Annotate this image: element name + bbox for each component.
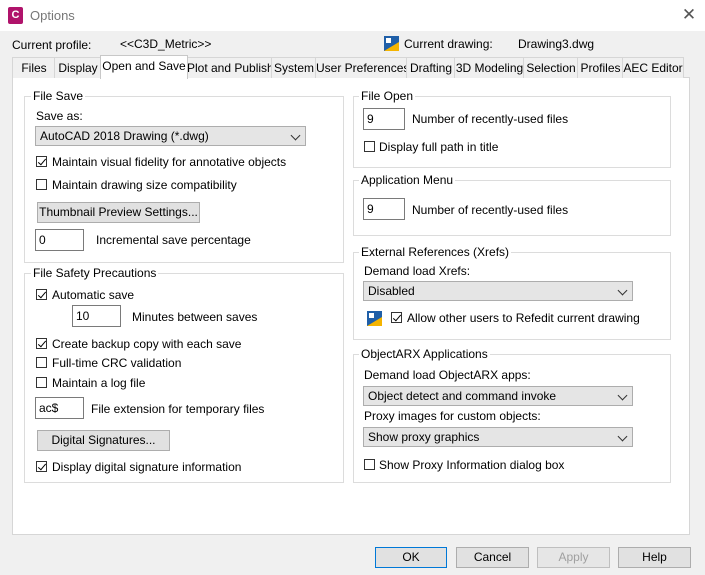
tab-selection[interactable]: Selection bbox=[523, 57, 579, 78]
full-path-checkbox[interactable] bbox=[364, 141, 375, 152]
allow-refedit-label: Allow other users to Refedit current dra… bbox=[407, 311, 640, 325]
automatic-save-checkbox[interactable] bbox=[36, 289, 47, 300]
file-safety-title: File Safety Precautions bbox=[31, 266, 159, 280]
file-open-title: File Open bbox=[359, 89, 416, 103]
demand-load-objectarx-select[interactable]: Object detect and command invoke bbox=[363, 386, 633, 406]
chevron-down-icon bbox=[617, 431, 628, 442]
save-as-select[interactable]: AutoCAD 2018 Drawing (*.dwg) bbox=[35, 126, 306, 146]
temp-file-extension-input[interactable]: ac$ bbox=[35, 397, 84, 419]
current-drawing-label: Current drawing: bbox=[404, 37, 493, 51]
demand-load-objectarx-value: Object detect and command invoke bbox=[368, 389, 557, 403]
help-button[interactable]: Help bbox=[618, 547, 691, 568]
file-open-recent-input[interactable]: 9 bbox=[363, 108, 405, 130]
display-signature-checkbox[interactable] bbox=[36, 461, 47, 472]
objectarx-title: ObjectARX Applications bbox=[359, 347, 490, 361]
save-as-value: AutoCAD 2018 Drawing (*.dwg) bbox=[40, 129, 209, 143]
drawing-file-icon bbox=[384, 36, 399, 51]
file-open-group bbox=[353, 96, 671, 168]
show-proxy-info-label: Show Proxy Information dialog box bbox=[379, 458, 565, 472]
maintain-size-checkbox[interactable] bbox=[36, 179, 47, 190]
log-file-label: Maintain a log file bbox=[52, 376, 146, 390]
automatic-save-label: Automatic save bbox=[52, 288, 135, 302]
demand-load-xrefs-label: Demand load Xrefs: bbox=[364, 264, 471, 278]
tab-files[interactable]: Files bbox=[12, 57, 56, 78]
maintain-size-label: Maintain drawing size compatibility bbox=[52, 178, 237, 192]
proxy-images-label: Proxy images for custom objects: bbox=[364, 409, 541, 423]
file-save-title: File Save bbox=[31, 89, 86, 103]
backup-copy-checkbox[interactable] bbox=[36, 338, 47, 349]
app-menu-recent-label: Number of recently-used files bbox=[412, 203, 569, 217]
thumbnail-settings-button[interactable]: Thumbnail Preview Settings... bbox=[37, 202, 200, 223]
demand-load-xrefs-value: Disabled bbox=[368, 284, 415, 298]
proxy-images-value: Show proxy graphics bbox=[368, 430, 480, 444]
close-icon[interactable]: ✕ bbox=[681, 5, 697, 25]
app-icon: C bbox=[8, 7, 23, 24]
demand-load-xrefs-select[interactable]: Disabled bbox=[363, 281, 633, 301]
current-profile-label: Current profile: bbox=[12, 38, 92, 52]
tab-plot-and-publish[interactable]: Plot and Publish bbox=[186, 57, 274, 78]
maintain-fidelity-checkbox[interactable] bbox=[36, 156, 47, 167]
window-title: Options bbox=[30, 8, 75, 23]
minutes-between-saves-input[interactable]: 10 bbox=[72, 305, 121, 327]
crc-validation-label: Full-time CRC validation bbox=[52, 356, 182, 370]
tab-3d-modeling[interactable]: 3D Modeling bbox=[454, 57, 525, 78]
tab-system[interactable]: System bbox=[271, 57, 317, 78]
cancel-button[interactable]: Cancel bbox=[456, 547, 529, 568]
chevron-down-icon bbox=[617, 285, 628, 296]
incremental-save-label: Incremental save percentage bbox=[96, 233, 251, 247]
tab-profiles[interactable]: Profiles bbox=[577, 57, 624, 78]
chevron-down-icon bbox=[290, 130, 301, 141]
chevron-down-icon bbox=[617, 390, 628, 401]
xrefs-title: External References (Xrefs) bbox=[359, 245, 512, 259]
log-file-checkbox[interactable] bbox=[36, 377, 47, 388]
display-signature-label: Display digital signature information bbox=[52, 460, 242, 474]
current-drawing-value: Drawing3.dwg bbox=[518, 37, 595, 51]
title-bar bbox=[0, 0, 705, 31]
digital-signatures-button[interactable]: Digital Signatures... bbox=[37, 430, 170, 451]
apply-button[interactable]: Apply bbox=[537, 547, 610, 568]
temp-file-extension-label: File extension for temporary files bbox=[91, 402, 265, 416]
allow-refedit-checkbox[interactable] bbox=[391, 312, 402, 323]
show-proxy-info-checkbox[interactable] bbox=[364, 459, 375, 470]
full-path-label: Display full path in title bbox=[379, 140, 499, 154]
minutes-between-saves-label: Minutes between saves bbox=[132, 310, 258, 324]
crc-validation-checkbox[interactable] bbox=[36, 357, 47, 368]
ok-button[interactable]: OK bbox=[375, 547, 447, 568]
file-open-recent-label: Number of recently-used files bbox=[412, 112, 569, 126]
tab-user-preferences[interactable]: User Preferences bbox=[315, 57, 409, 78]
tab-aec-editor[interactable]: AEC Editor bbox=[622, 57, 684, 78]
tab-drafting[interactable]: Drafting bbox=[406, 57, 456, 78]
save-as-label: Save as: bbox=[36, 109, 83, 123]
maintain-fidelity-label: Maintain visual fidelity for annotative … bbox=[52, 155, 287, 169]
demand-load-objectarx-label: Demand load ObjectARX apps: bbox=[364, 368, 531, 382]
application-menu-title: Application Menu bbox=[359, 173, 456, 187]
tab-open-and-save[interactable]: Open and Save bbox=[100, 55, 188, 79]
tab-display[interactable]: Display bbox=[54, 57, 102, 78]
current-profile-value: <<C3D_Metric>> bbox=[120, 37, 212, 51]
app-menu-recent-input[interactable]: 9 bbox=[363, 198, 405, 220]
backup-copy-label: Create backup copy with each save bbox=[52, 337, 242, 351]
drawing-file-icon bbox=[367, 311, 382, 326]
incremental-save-input[interactable]: 0 bbox=[35, 229, 84, 251]
proxy-images-select[interactable]: Show proxy graphics bbox=[363, 427, 633, 447]
